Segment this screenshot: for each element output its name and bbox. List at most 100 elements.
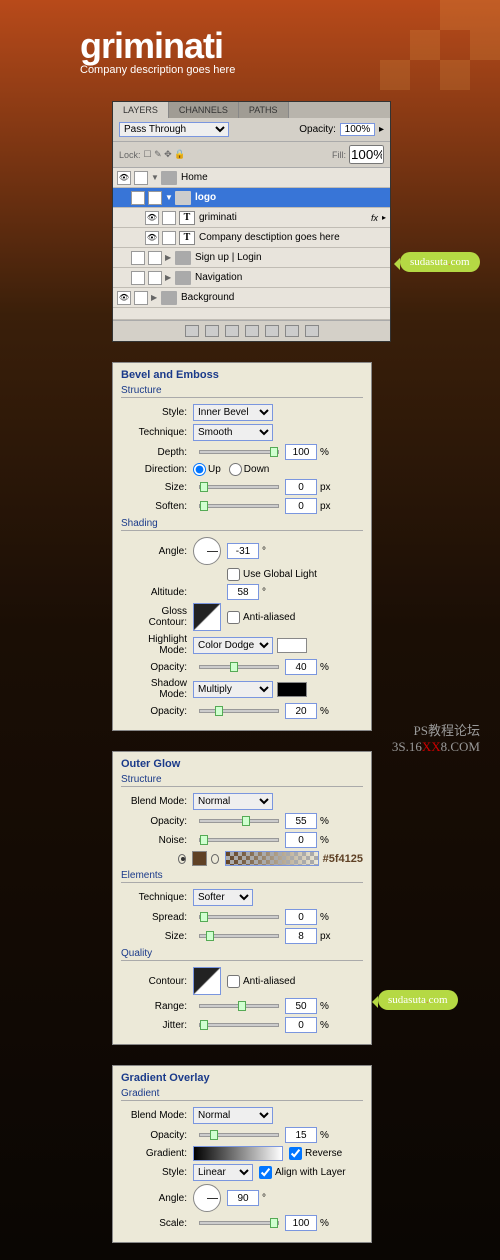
text-layer-icon: T [179, 231, 195, 245]
watermark-bubble: sudasuta.com [378, 990, 458, 1010]
shadow-opacity-input[interactable] [285, 703, 317, 719]
angle-dial[interactable] [193, 1184, 221, 1212]
technique-select[interactable]: Softer [193, 889, 253, 906]
antialiased-check[interactable] [227, 611, 240, 624]
layer-row[interactable]: ▶Navigation [113, 268, 390, 288]
folder-icon [175, 251, 191, 265]
tab-channels[interactable]: CHANNELS [169, 102, 239, 118]
size-slider[interactable] [199, 934, 279, 938]
visibility-icon[interactable]: 👁 [131, 191, 145, 205]
dialog-title: Gradient Overlay [121, 1072, 363, 1084]
spread-input[interactable] [285, 909, 317, 925]
layer-row[interactable]: 👁TCompany desctiption goes here [113, 228, 390, 248]
noise-input[interactable] [285, 832, 317, 848]
scale-slider[interactable] [199, 1221, 279, 1225]
layer-row[interactable]: 👁▼Home [113, 168, 390, 188]
folder-icon [161, 291, 177, 305]
color-hex: #5f4125 [323, 853, 363, 865]
noise-slider[interactable] [199, 838, 279, 842]
chevron-down-icon[interactable]: ▸ [379, 124, 384, 135]
contour-swatch[interactable] [193, 967, 221, 995]
highlight-opacity-slider[interactable] [199, 665, 279, 669]
size-input[interactable] [285, 928, 317, 944]
glow-gradient[interactable] [225, 851, 318, 866]
layer-row[interactable]: ▶Sign up | Login [113, 248, 390, 268]
highlight-mode-select[interactable]: Color Dodge [193, 637, 273, 654]
layer-row[interactable]: 👁Tgriminatifx▸ [113, 208, 390, 228]
highlight-color[interactable] [277, 638, 307, 653]
gloss-contour[interactable] [193, 603, 221, 631]
folder-icon [175, 191, 191, 205]
highlight-opacity-input[interactable] [285, 659, 317, 675]
technique-select[interactable]: Smooth [193, 424, 273, 441]
visibility-icon[interactable]: 👁 [145, 211, 159, 225]
reverse-check[interactable] [289, 1147, 302, 1160]
soften-slider[interactable] [199, 504, 279, 508]
visibility-icon[interactable]: 👁 [145, 231, 159, 245]
size-input[interactable] [285, 479, 317, 495]
tab-layers[interactable]: LAYERS [113, 102, 169, 118]
folder-new-icon[interactable] [265, 325, 279, 337]
folder-icon [175, 271, 191, 285]
dialog-title: Outer Glow [121, 758, 363, 770]
opacity-label: Opacity: [299, 124, 336, 135]
color-radio[interactable] [178, 854, 186, 864]
angle-dial[interactable] [193, 537, 221, 565]
soften-input[interactable] [285, 498, 317, 514]
size-slider[interactable] [199, 485, 279, 489]
tab-paths[interactable]: PATHS [239, 102, 289, 118]
range-input[interactable] [285, 998, 317, 1014]
adjustment-icon[interactable] [245, 325, 259, 337]
jitter-input[interactable] [285, 1017, 317, 1033]
glow-color-swatch[interactable] [192, 851, 206, 866]
gradient-picker[interactable] [193, 1146, 283, 1161]
range-slider[interactable] [199, 1004, 279, 1008]
scale-input[interactable] [285, 1215, 317, 1231]
fill-label: Fill: [332, 150, 346, 160]
fx-icon[interactable] [205, 325, 219, 337]
depth-slider[interactable] [199, 450, 279, 454]
new-layer-icon[interactable] [285, 325, 299, 337]
angle-input[interactable] [227, 1190, 259, 1206]
shadow-color[interactable] [277, 682, 307, 697]
visibility-icon[interactable]: 👁 [117, 291, 131, 305]
angle-input[interactable] [227, 543, 259, 559]
blend-mode-select[interactable]: Normal [193, 793, 273, 810]
align-check[interactable] [259, 1166, 272, 1179]
opacity-slider[interactable] [199, 1133, 279, 1137]
blend-mode-select[interactable]: Normal [193, 1107, 273, 1124]
opacity-input[interactable] [285, 1127, 317, 1143]
folder-icon [161, 171, 177, 185]
layer-row[interactable]: 👁▼logo [113, 188, 390, 208]
direction-down[interactable]: Down [229, 463, 270, 476]
opacity-input[interactable] [285, 813, 317, 829]
jitter-slider[interactable] [199, 1023, 279, 1027]
direction-up[interactable]: Up [193, 463, 221, 476]
link-icon[interactable] [185, 325, 199, 337]
opacity-input[interactable] [340, 123, 375, 136]
text-layer-icon: T [179, 211, 195, 225]
style-select[interactable]: Inner Bevel [193, 404, 273, 421]
fill-input[interactable] [349, 145, 384, 164]
trash-icon[interactable] [305, 325, 319, 337]
panel-footer [113, 320, 390, 341]
shadow-mode-select[interactable]: Multiply [193, 681, 273, 698]
blend-mode-select[interactable]: Pass Through [119, 122, 229, 137]
layers-panel: LAYERS CHANNELS PATHS Pass Through Opaci… [112, 101, 391, 342]
lock-label: Lock: [119, 150, 141, 160]
visibility-icon[interactable]: 👁 [117, 171, 131, 185]
altitude-input[interactable] [227, 584, 259, 600]
spread-slider[interactable] [199, 915, 279, 919]
watermark-bubble: sudasuta.com [400, 252, 480, 272]
fx-badge[interactable]: fx [371, 213, 382, 223]
depth-input[interactable] [285, 444, 317, 460]
gradient-radio[interactable] [211, 854, 219, 864]
global-light-check[interactable] [227, 568, 240, 581]
shadow-opacity-slider[interactable] [199, 709, 279, 713]
antialiased-check[interactable] [227, 975, 240, 988]
mask-icon[interactable] [225, 325, 239, 337]
bevel-dialog: Bevel and Emboss Structure Style:Inner B… [112, 362, 372, 731]
layer-row[interactable]: 👁▶Background [113, 288, 390, 308]
opacity-slider[interactable] [199, 819, 279, 823]
style-select[interactable]: Linear [193, 1164, 253, 1181]
